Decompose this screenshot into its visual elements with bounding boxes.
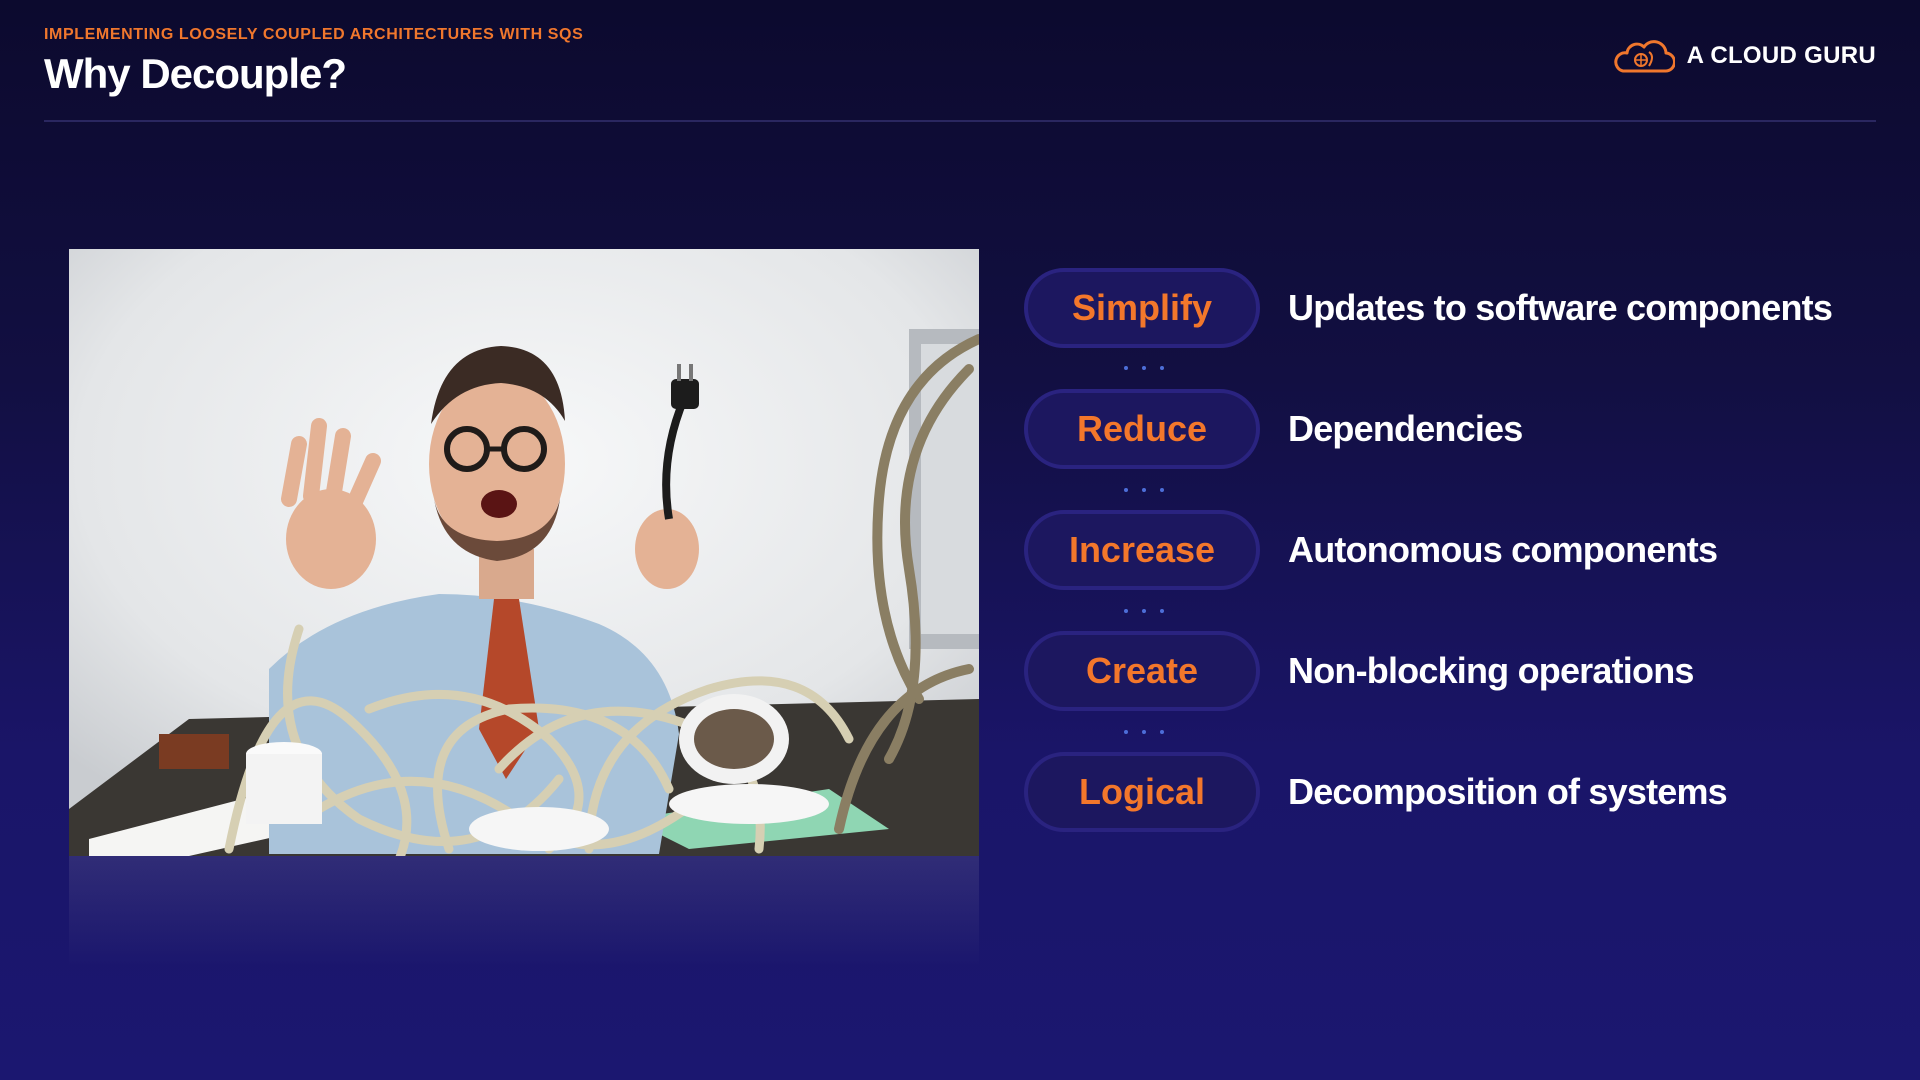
list-item: Simplify Updates to software components: [1024, 268, 1894, 352]
list-item: Logical Decomposition of systems: [1024, 752, 1894, 836]
list-item: Reduce Dependencies: [1024, 389, 1894, 473]
list-item: Increase Autonomous components: [1024, 510, 1894, 594]
item-description: Dependencies: [1288, 408, 1523, 449]
keyword-pill: Logical: [1024, 752, 1260, 832]
slide-title: Why Decouple?: [44, 50, 347, 97]
keyword-pill: Create: [1024, 631, 1260, 711]
connector-dots: [1124, 488, 1164, 496]
connector-dots: [1124, 366, 1164, 374]
item-description: Autonomous components: [1288, 529, 1718, 570]
photo-reflection: [69, 856, 979, 966]
keyword-pill: Increase: [1024, 510, 1260, 590]
list-item: Create Non-blocking operations: [1024, 631, 1894, 715]
cloud-logo-icon: [1613, 40, 1675, 73]
keyword-pill: Simplify: [1024, 268, 1260, 348]
brand-logo: A CLOUD GURU: [1613, 38, 1876, 74]
item-description: Updates to software components: [1288, 287, 1833, 328]
connector-dots: [1124, 730, 1164, 738]
stressed-man-photo: [69, 249, 979, 856]
brand-name: A CLOUD GURU: [1686, 42, 1876, 69]
course-subtitle: IMPLEMENTING LOOSELY COUPLED ARCHITECTUR…: [44, 26, 584, 43]
keyword-pill: Reduce: [1024, 389, 1260, 469]
connector-dots: [1124, 609, 1164, 617]
slide-header: IMPLEMENTING LOOSELY COUPLED ARCHITECTUR…: [44, 24, 1876, 122]
item-description: Decomposition of systems: [1288, 771, 1728, 812]
item-description: Non-blocking operations: [1288, 650, 1694, 691]
